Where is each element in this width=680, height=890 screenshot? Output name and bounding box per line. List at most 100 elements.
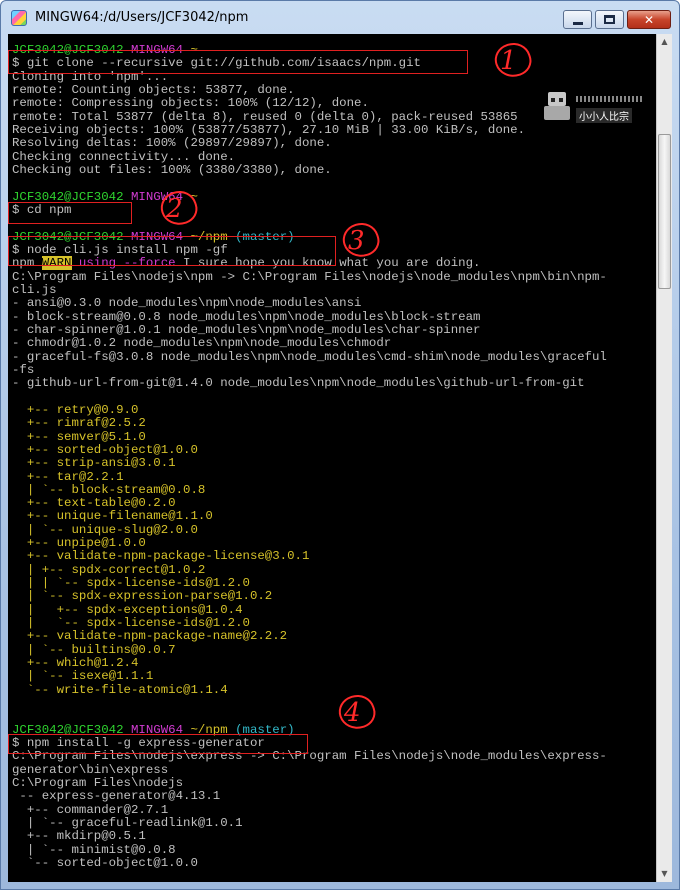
vertical-scrollbar[interactable]: ▲ ▼ — [656, 34, 672, 882]
terminal-text: - block-stream@0.0.8 node_modules\npm\no… — [12, 309, 481, 324]
terminal-text: Checking out files: 100% (3380/3380), do… — [12, 162, 332, 177]
terminal-line: - block-stream@0.0.8 node_modules\npm\no… — [12, 309, 656, 324]
terminal-line: - github-url-from-git@1.4.0 node_modules… — [12, 377, 656, 390]
terminal-line: +-- validate-npm-package-license@3.0.1 — [12, 550, 656, 563]
terminal-line: generator\bin\express — [12, 762, 656, 777]
terminal-line: +-- strip-ansi@3.0.1 — [12, 457, 656, 470]
highlight-box-3 — [8, 236, 336, 266]
annotation-number-1: 1 — [500, 46, 517, 76]
mingw-app-icon[interactable] — [11, 10, 27, 26]
terminal-line: C:\Program Files\nodejs\npm -> C:\Progra… — [12, 269, 656, 284]
terminal-line: +-- validate-npm-package-name@2.2.2 — [12, 630, 656, 643]
terminal-line: +-- commander@2.7.1 — [12, 802, 656, 817]
close-icon: ✕ — [643, 12, 655, 27]
scrollbar-thumb[interactable] — [658, 134, 671, 289]
terminal-text: | `-- isexe@1.1.1 — [12, 669, 154, 684]
terminal-line: | `-- minimist@0.0.8 — [12, 842, 656, 857]
terminal-text: +-- semver@5.1.0 — [12, 429, 146, 444]
terminal-text: - github-url-from-git@1.4.0 node_modules… — [12, 376, 585, 391]
terminal-line: +-- semver@5.1.0 — [12, 429, 656, 444]
scroll-down-arrow-icon[interactable]: ▼ — [657, 866, 672, 882]
terminal-text: remote: Total 53877 (delta 8), reused 0 … — [12, 109, 518, 124]
terminal-line: cli.js — [12, 283, 656, 297]
terminal-line: +-- retry@0.9.0 — [12, 402, 656, 417]
terminal-line: +-- text-table@0.2.0 — [12, 496, 656, 510]
terminal-line: `-- sorted-object@1.0.0 — [12, 856, 656, 871]
minimize-icon — [572, 21, 583, 25]
window-title: MINGW64:/d/Users/JCF3042/npm — [35, 10, 249, 25]
terminal-text: | +-- spdx-exceptions@1.0.4 — [12, 602, 243, 617]
terminal-text: | `-- spdx-expression-parse@1.0.2 — [12, 589, 273, 604]
title-bar[interactable]: MINGW64:/d/Users/JCF3042/npm ✕ — [1, 1, 679, 35]
terminal-text: | `-- spdx-license-ids@1.2.0 — [12, 616, 250, 631]
maximize-button[interactable] — [595, 10, 624, 29]
terminal-line: Checking out files: 100% (3380/3380), do… — [12, 162, 656, 177]
terminal-text: `-- write-file-atomic@1.1.4 — [12, 682, 228, 697]
terminal-text: | `-- graceful-readlink@1.0.1 — [12, 816, 243, 831]
terminal-text: Resolving deltas: 100% (29897/29897), do… — [12, 136, 332, 151]
terminal-text: C:\Program Files\nodejs — [12, 776, 184, 791]
terminal-text: Checking connectivity... done. — [12, 149, 236, 164]
terminal-text: +-- which@1.2.4 — [12, 656, 139, 671]
terminal-text: -- express-generator@4.13.1 — [12, 789, 221, 804]
maximize-icon — [604, 15, 615, 24]
terminal-text: | `-- builtins@0.0.7 — [12, 642, 176, 657]
terminal-output[interactable]: JCF3042@JCF3042 MINGW64 ~ $ git clone --r… — [8, 34, 656, 882]
terminal-line: +-- tar@2.2.1 — [12, 469, 656, 484]
terminal-text: | `-- unique-slug@2.0.0 — [12, 522, 198, 537]
terminal-text: +-- validate-npm-package-license@3.0.1 — [12, 549, 310, 564]
terminal-text: +-- tar@2.2.1 — [12, 469, 124, 484]
terminal-line: | | `-- spdx-license-ids@1.2.0 — [12, 576, 656, 591]
terminal-line: -- express-generator@4.13.1 — [12, 790, 656, 803]
highlight-box-2 — [8, 202, 132, 224]
terminal-line: +-- sorted-object@1.0.0 — [12, 443, 656, 457]
terminal-text: - char-spinner@1.0.1 node_modules\npm\no… — [12, 322, 481, 337]
terminal-text: +-- unique-filename@1.1.0 — [12, 509, 213, 524]
terminal-text: +-- strip-ansi@3.0.1 — [12, 456, 176, 471]
terminal-text: `-- sorted-object@1.0.0 — [12, 856, 198, 871]
terminal-text: | `-- minimist@0.0.8 — [12, 842, 176, 857]
terminal-line: Checking connectivity... done. — [12, 149, 656, 164]
terminal-line: | +-- spdx-exceptions@1.0.4 — [12, 602, 656, 617]
terminal-line: - char-spinner@1.0.1 node_modules\npm\no… — [12, 322, 656, 337]
terminal-line: | `-- isexe@1.1.1 — [12, 670, 656, 683]
terminal-line: | `-- builtins@0.0.7 — [12, 642, 656, 657]
terminal-line: | `-- unique-slug@2.0.0 — [12, 522, 656, 537]
terminal-text: remote: Counting objects: 53877, done. — [12, 82, 295, 97]
terminal-text: remote: Compressing objects: 100% (12/12… — [12, 96, 369, 111]
minimize-button[interactable] — [563, 10, 592, 29]
terminal-line: +-- unpipe@1.0.0 — [12, 536, 656, 551]
terminal-text: -fs — [12, 362, 35, 377]
terminal-text: C:\Program Files\nodejs\npm -> C:\Progra… — [12, 269, 607, 284]
terminal-text: +-- unpipe@1.0.0 — [12, 536, 146, 551]
annotation-number-2: 2 — [166, 194, 183, 224]
terminal-text: Receiving objects: 100% (53877/53877), 2… — [12, 122, 526, 137]
terminal-line: - graceful-fs@3.0.8 node_modules\npm\nod… — [12, 349, 656, 364]
terminal-line: +-- which@1.2.4 — [12, 656, 656, 671]
watermark-text: 小小人比宗 — [576, 108, 632, 123]
terminal-line: | `-- spdx-expression-parse@1.0.2 — [12, 590, 656, 603]
terminal-text: +-- commander@2.7.1 — [12, 802, 169, 817]
terminal-text: - ansi@0.3.0 node_modules\npm\node_modul… — [12, 296, 362, 311]
terminal-text: +-- rimraf@2.5.2 — [12, 416, 146, 431]
terminal-text: - chmodr@1.0.2 node_modules\npm\node_mod… — [12, 336, 392, 351]
close-button[interactable]: ✕ — [627, 10, 671, 29]
terminal-line: | `-- graceful-readlink@1.0.1 — [12, 816, 656, 831]
terminal-text: | +-- spdx-correct@1.0.2 — [12, 562, 206, 577]
annotation-number-3: 3 — [348, 226, 365, 256]
terminal-line: Resolving deltas: 100% (29897/29897), do… — [12, 137, 656, 150]
terminal-line: - chmodr@1.0.2 node_modules\npm\node_mod… — [12, 337, 656, 350]
terminal-line: +-- unique-filename@1.1.0 — [12, 510, 656, 523]
highlight-box-4 — [8, 734, 308, 754]
terminal-line: - ansi@0.3.0 node_modules\npm\node_modul… — [12, 297, 656, 310]
terminal-text: +-- retry@0.9.0 — [12, 402, 139, 417]
terminal-text: generator\bin\express — [12, 762, 169, 777]
terminal-line: | `-- spdx-license-ids@1.2.0 — [12, 616, 656, 631]
scroll-up-arrow-icon[interactable]: ▲ — [657, 34, 672, 50]
terminal-text: - graceful-fs@3.0.8 node_modules\npm\nod… — [12, 349, 607, 364]
terminal-text: | | `-- spdx-license-ids@1.2.0 — [12, 576, 250, 591]
